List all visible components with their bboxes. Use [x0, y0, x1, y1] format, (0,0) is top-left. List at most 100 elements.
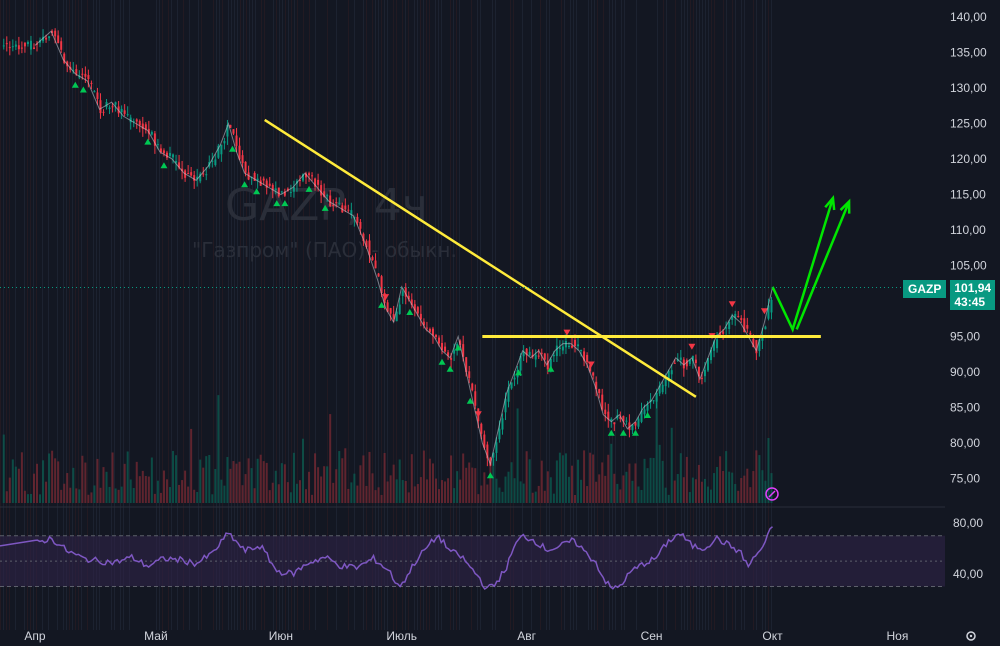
volume-bar	[181, 480, 184, 503]
volume-bar	[652, 457, 655, 503]
candle-body	[111, 106, 114, 108]
candle-body	[338, 202, 341, 204]
candle-body	[679, 357, 682, 360]
candle-body	[471, 383, 474, 391]
volume-bar	[238, 461, 241, 503]
volume-bar	[262, 461, 265, 503]
bg-stripe	[762, 0, 763, 630]
volume-bar	[5, 491, 8, 503]
volume-bar	[244, 474, 247, 503]
candle-body	[586, 354, 589, 362]
candle-body	[172, 154, 175, 158]
candle-body	[280, 191, 283, 193]
candle-body	[126, 114, 129, 116]
volume-bar	[453, 488, 456, 503]
candle-body	[187, 173, 190, 175]
candle-body	[580, 350, 583, 352]
candle-body	[268, 183, 271, 186]
volume-bar	[710, 489, 713, 503]
volume-bar	[377, 487, 380, 503]
volume-bar	[87, 494, 90, 503]
candle-body	[694, 359, 697, 363]
bg-stripe	[291, 0, 292, 630]
candle-body	[700, 377, 703, 379]
volume-bar	[749, 487, 752, 503]
volume-bar	[93, 485, 96, 503]
volume-bar	[347, 488, 350, 503]
volume-bar	[580, 479, 583, 503]
volume-bar	[522, 483, 525, 503]
volume-bar	[685, 456, 688, 503]
volume-bar	[398, 459, 401, 503]
volume-bar	[598, 474, 601, 503]
volume-bar	[338, 451, 341, 503]
volume-bar	[253, 488, 256, 503]
volume-bar	[247, 458, 250, 503]
bg-stripe	[33, 0, 34, 630]
volume-bar	[308, 471, 311, 503]
volume-bar	[634, 463, 637, 503]
volume-bar	[138, 476, 141, 503]
candle-body	[308, 173, 311, 176]
bg-stripe	[222, 0, 223, 630]
volume-bar	[126, 451, 129, 503]
volume-bar	[229, 468, 232, 503]
volume-bar	[486, 484, 489, 503]
volume-bar	[51, 450, 54, 503]
candle-body	[655, 392, 658, 402]
volume-bar	[75, 488, 78, 503]
volume-bar	[187, 486, 190, 503]
volume-bar	[114, 488, 117, 503]
volume-bar	[525, 451, 528, 503]
candle-body	[332, 204, 335, 206]
price-tick-label: 120,00	[950, 152, 987, 166]
badge-symbol: GAZP	[903, 279, 947, 298]
volume-bar	[184, 470, 187, 503]
volume-bar	[555, 460, 558, 503]
candle-body	[501, 418, 504, 430]
candle-body	[740, 318, 743, 321]
bg-stripe	[384, 0, 385, 630]
volume-bar	[413, 486, 416, 503]
volume-bar	[317, 467, 320, 503]
price-tick-label: 90,00	[950, 365, 980, 379]
volume-bar	[655, 393, 658, 503]
volume-bar	[456, 471, 459, 503]
candle-body	[11, 46, 14, 48]
volume-bar	[422, 450, 425, 503]
volume-bar	[371, 473, 374, 503]
volume-bar	[767, 438, 770, 503]
volume-bar	[39, 494, 42, 503]
candle-body	[99, 100, 102, 114]
volume-bar	[758, 455, 761, 503]
candle-body	[770, 299, 773, 313]
candle-body	[84, 73, 87, 77]
bg-stripe	[615, 0, 616, 630]
volume-bar	[81, 455, 84, 503]
volume-bar	[643, 458, 646, 503]
candle-body	[220, 144, 223, 155]
price-tick-label: 125,00	[950, 117, 987, 131]
price-tick-label: 135,00	[950, 46, 987, 60]
volume-bar	[734, 484, 737, 503]
time-tick-label: Авг	[517, 629, 536, 643]
bg-stripe	[621, 0, 622, 630]
candle-body	[205, 174, 208, 176]
bg-stripe	[279, 0, 280, 630]
candle-body	[2, 45, 5, 47]
volume-bar	[667, 494, 670, 503]
volume-bar	[105, 471, 108, 503]
bg-stripe	[75, 0, 76, 630]
volume-bar	[36, 463, 39, 503]
volume-bar	[32, 473, 35, 503]
candle-body	[311, 175, 314, 177]
volume-bar	[483, 472, 486, 503]
candle-body	[223, 141, 226, 144]
candle-body	[637, 418, 640, 427]
volume-bar	[298, 480, 301, 503]
candle-body	[428, 328, 431, 332]
volume-bar	[120, 486, 123, 503]
candle-body	[604, 409, 607, 415]
volume-bar	[543, 490, 546, 503]
candle-body	[537, 355, 540, 357]
